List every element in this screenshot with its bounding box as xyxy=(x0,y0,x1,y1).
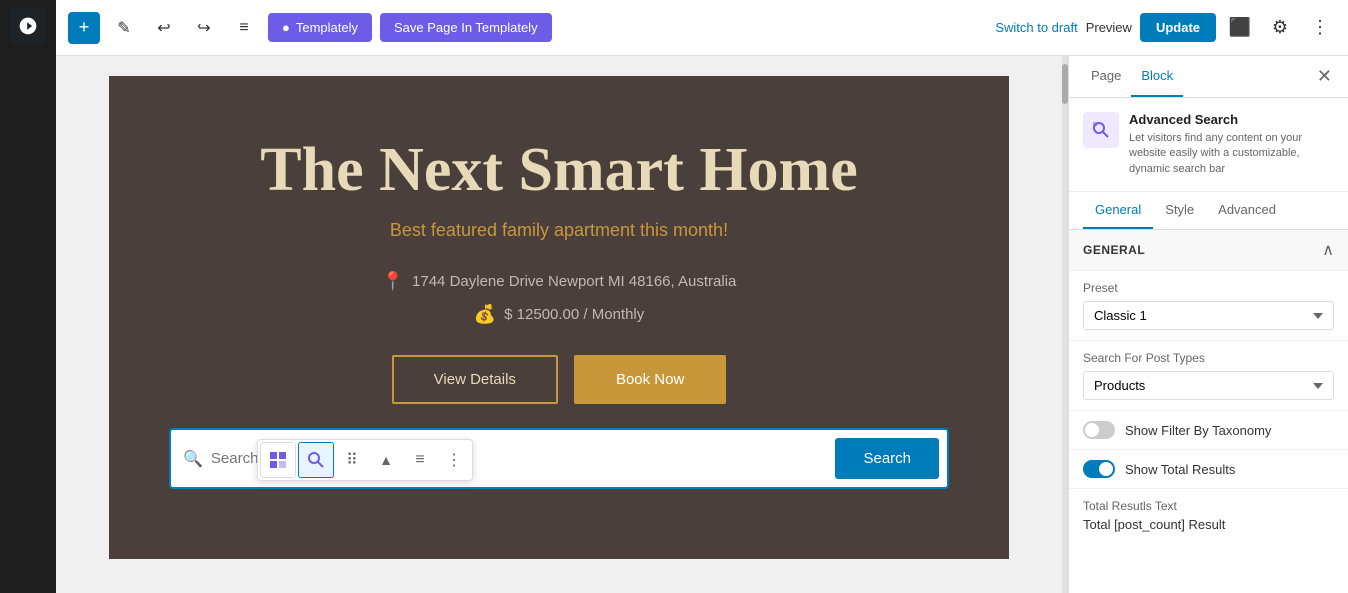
post-types-field: Search For Post Types Products Posts Pag… xyxy=(1069,341,1348,411)
filter-taxonomy-toggle[interactable] xyxy=(1083,421,1115,439)
search-icon: 🔍 xyxy=(183,449,203,469)
block-selected-button[interactable] xyxy=(298,442,334,478)
tab-page[interactable]: Page xyxy=(1081,56,1131,97)
advanced-search-block-icon xyxy=(1083,112,1119,148)
block-drag-button[interactable]: ⠿ xyxy=(336,444,368,476)
panel-tabs: Page Block ✕ xyxy=(1069,56,1348,98)
total-results-toggle[interactable] xyxy=(1083,460,1115,478)
editor-wrap: + ✎ ↩ ↪ ≡ ● Templately Save Page In Temp… xyxy=(56,0,1348,593)
hero-price: 💰 $ 12500.00 / Monthly xyxy=(149,304,969,325)
search-button[interactable]: Search xyxy=(835,438,939,479)
top-toolbar: + ✎ ↩ ↪ ≡ ● Templately Save Page In Temp… xyxy=(56,0,1348,56)
wp-logo[interactable] xyxy=(10,8,46,44)
total-results-text-label: Total Resutls Text xyxy=(1083,499,1334,513)
block-options-button[interactable]: ⋮ xyxy=(438,444,470,476)
location-icon: 📍 xyxy=(382,271,404,292)
total-results-text-value: Total [post_count] Result xyxy=(1083,517,1334,532)
block-type-icon xyxy=(268,450,288,470)
preview-button[interactable]: Preview xyxy=(1086,20,1132,35)
filter-taxonomy-row: Show Filter By Taxonomy xyxy=(1069,411,1348,450)
preset-field: Preset Classic 1 Classic 2 Modern 1 Mode… xyxy=(1069,271,1348,341)
page-content: The Next Smart Home Best featured family… xyxy=(109,76,1009,559)
edit-mode-button[interactable]: ✎ xyxy=(108,12,140,44)
price-icon: 💰 xyxy=(474,304,496,325)
add-block-button[interactable]: + xyxy=(68,12,100,44)
update-button[interactable]: Update xyxy=(1140,13,1216,42)
hero-subtitle: Best featured family apartment this mont… xyxy=(149,220,969,241)
templately-icon: ● xyxy=(282,20,290,35)
panel-close-button[interactable]: ✕ xyxy=(1313,62,1336,91)
section-collapse-button[interactable]: ∧ xyxy=(1322,240,1334,260)
wordpress-icon xyxy=(18,16,38,36)
block-toolbar: ⠿ ▲ ≡ ⋮ xyxy=(257,439,473,481)
section-header: General ∧ xyxy=(1069,230,1348,271)
undo-button[interactable]: ↩ xyxy=(148,12,180,44)
sub-tab-style[interactable]: Style xyxy=(1153,192,1206,229)
sub-tab-advanced[interactable]: Advanced xyxy=(1206,192,1288,229)
sub-tabs: General Style Advanced xyxy=(1069,192,1348,230)
block-align-button[interactable]: ≡ xyxy=(404,444,436,476)
block-type-button[interactable] xyxy=(260,442,296,478)
post-types-select[interactable]: Products Posts Pages xyxy=(1083,371,1334,400)
block-info: Advanced Search Let visitors find any co… xyxy=(1069,98,1348,192)
hero-title: The Next Smart Home xyxy=(149,136,969,204)
main-area: The Next Smart Home Best featured family… xyxy=(56,56,1348,593)
user-menu-button[interactable]: ⚙ xyxy=(1264,12,1296,44)
filter-taxonomy-label: Show Filter By Taxonomy xyxy=(1125,423,1271,438)
hero-section: The Next Smart Home Best featured family… xyxy=(109,76,1009,559)
block-search-icon xyxy=(306,450,326,470)
section-title: General xyxy=(1083,243,1145,257)
sub-tab-general[interactable]: General xyxy=(1083,192,1153,229)
total-results-text-field: Total Resutls Text Total [post_count] Re… xyxy=(1069,489,1348,536)
right-panel: Page Block ✕ Advanced Search Let visitor… xyxy=(1068,56,1348,593)
block-logo-icon xyxy=(1091,120,1111,140)
hero-address: 📍 1744 Daylene Drive Newport MI 48166, A… xyxy=(149,271,969,292)
view-details-button[interactable]: View Details xyxy=(392,355,558,404)
block-move-up-button[interactable]: ▲ xyxy=(370,444,402,476)
preset-select[interactable]: Classic 1 Classic 2 Modern 1 Modern 2 xyxy=(1083,301,1334,330)
settings-section: General ∧ Preset Classic 1 Classic 2 Mod… xyxy=(1069,230,1348,536)
save-page-button[interactable]: Save Page In Templately xyxy=(380,13,552,42)
preset-label: Preset xyxy=(1083,281,1334,295)
settings-panel-button[interactable]: ⬛ xyxy=(1224,12,1256,44)
total-results-label: Show Total Results xyxy=(1125,462,1235,477)
total-results-row: Show Total Results xyxy=(1069,450,1348,489)
templately-button[interactable]: ● Templately xyxy=(268,13,372,42)
wp-sidebar xyxy=(0,0,56,593)
hero-buttons: View Details Book Now xyxy=(149,355,969,404)
book-now-button[interactable]: Book Now xyxy=(574,355,726,404)
block-desc: Let visitors find any content on your we… xyxy=(1129,131,1334,177)
post-types-label: Search For Post Types xyxy=(1083,351,1334,365)
redo-button[interactable]: ↪ xyxy=(188,12,220,44)
block-title: Advanced Search xyxy=(1129,112,1334,127)
block-info-text: Advanced Search Let visitors find any co… xyxy=(1129,112,1334,177)
more-menu-button[interactable]: ⋮ xyxy=(1304,12,1336,44)
tab-block[interactable]: Block xyxy=(1131,56,1183,97)
canvas: The Next Smart Home Best featured family… xyxy=(56,56,1062,593)
toolbar-right: Switch to draft Preview Update ⬛ ⚙ ⋮ xyxy=(995,12,1336,44)
list-view-button[interactable]: ≡ xyxy=(228,12,260,44)
switch-to-draft-button[interactable]: Switch to draft xyxy=(995,20,1077,35)
